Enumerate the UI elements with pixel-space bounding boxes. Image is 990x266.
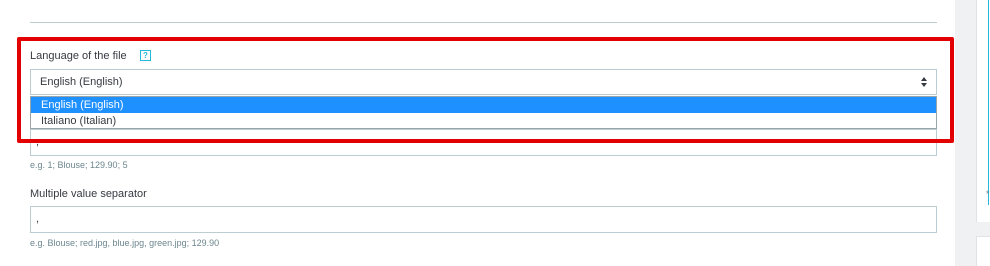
language-field-label: Language of the file: [30, 50, 127, 62]
language-dropdown-list: English (English) Italiano (Italian): [30, 96, 937, 129]
required-asterisk: *: [986, 189, 990, 199]
language-option-english[interactable]: English (English): [31, 97, 936, 113]
right-side-card: *: [976, 0, 990, 222]
multiple-value-separator-hint: e.g. Blouse; red.jpg, blue.jpg, green.jp…: [30, 238, 220, 248]
help-icon[interactable]: ?: [140, 50, 151, 61]
import-settings-panel: Language of the file ? English (English)…: [0, 0, 955, 266]
multiple-value-separator-input[interactable]: ,: [30, 206, 937, 233]
language-select[interactable]: English (English): [30, 69, 937, 95]
language-select-value: English (English): [40, 76, 123, 88]
multiple-value-separator-label: Multiple value separator: [30, 188, 147, 200]
field-separator-value: ;: [36, 136, 40, 148]
card-accent-line: [988, 0, 989, 205]
right-side-card-lower: [976, 236, 990, 266]
language-option-italian[interactable]: Italiano (Italian): [31, 113, 936, 129]
select-arrows-icon: [921, 77, 927, 87]
multiple-value-separator-value: ,: [36, 213, 40, 225]
divider: [30, 22, 937, 23]
field-separator-hint: e.g. 1; Blouse; 129.90; 5: [30, 160, 128, 170]
field-separator-input[interactable]: ;: [30, 129, 937, 156]
